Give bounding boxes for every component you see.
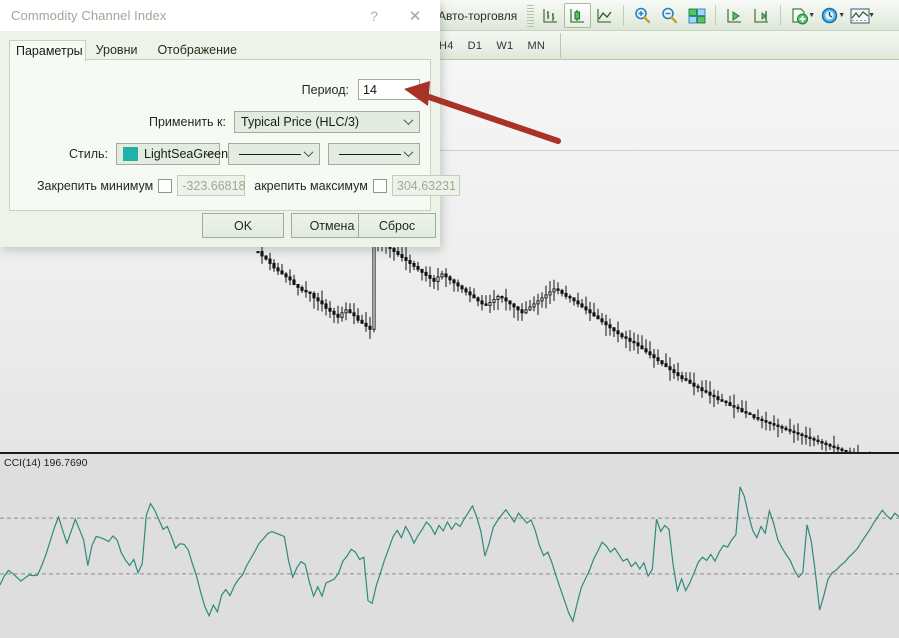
chevron-down-icon[interactable]: ▼: [838, 12, 845, 19]
period-label: Период:: [302, 83, 349, 97]
indicator-properties-dialog[interactable]: Commodity Channel Index ? ✕ Параметры Ур…: [0, 0, 440, 247]
period-row: Период: 14: [10, 79, 420, 100]
line-chart-icon[interactable]: [591, 3, 618, 28]
timeframe-w1[interactable]: W1: [489, 38, 520, 54]
cci-series-line: [0, 487, 899, 621]
tab-parameters[interactable]: Параметры: [9, 40, 86, 62]
fix-min-label: Закрепить минимум: [37, 179, 153, 193]
auto-scroll-icon[interactable]: [721, 3, 748, 28]
style-row: Стиль: LightSeaGreen: [10, 143, 420, 165]
chevron-down-icon[interactable]: ▼: [808, 12, 815, 19]
tile-windows-icon[interactable]: [683, 3, 710, 28]
candlestick-chart-icon[interactable]: [564, 3, 591, 28]
bar-chart-icon[interactable]: [537, 3, 564, 28]
style-linewidth-select[interactable]: [328, 143, 420, 165]
chart-toolbar-items: Авто-торговля: [432, 0, 876, 31]
toolbar-separator: [715, 5, 716, 26]
grip-dots-icon[interactable]: [527, 5, 534, 27]
fix-max-label: акрепить максимум: [254, 179, 368, 193]
chevron-down-icon[interactable]: [205, 149, 214, 158]
chevron-down-icon[interactable]: [405, 117, 414, 126]
timeframe-strip: H4 D1 W1 MN: [432, 33, 561, 58]
timeframe-d1[interactable]: D1: [461, 38, 490, 54]
style-label: Стиль:: [69, 147, 108, 161]
chevron-down-icon[interactable]: ▼: [868, 12, 875, 19]
timeframe-mn[interactable]: MN: [520, 38, 552, 54]
chart-shift-icon[interactable]: [748, 3, 775, 28]
help-icon[interactable]: ?: [362, 5, 386, 27]
zoom-in-icon[interactable]: [629, 3, 656, 28]
fix-max-input[interactable]: 304.63231: [392, 175, 460, 196]
apply-to-select[interactable]: Typical Price (HLC/3): [234, 111, 420, 133]
style-color-name: LightSeaGreen: [144, 147, 228, 161]
apply-to-label: Применить к:: [149, 115, 226, 129]
toolbar-separator: [780, 5, 781, 26]
fix-max-checkbox[interactable]: [373, 179, 387, 193]
chevron-down-icon[interactable]: [405, 149, 414, 158]
line-style-preview-icon: [239, 154, 301, 155]
dialog-body: Параметры Уровни Отображение Период: 14 …: [0, 31, 440, 247]
cci-line-chart: [0, 454, 899, 638]
fix-min-input[interactable]: -323.66818: [177, 175, 245, 196]
screenshot-root: CCI(14) 196.7690 H4 D1 W1 MN Авто-торгов…: [0, 0, 899, 638]
chevron-down-icon[interactable]: [305, 149, 314, 158]
close-icon[interactable]: ✕: [400, 5, 430, 27]
cci-indicator-label: CCI(14) 196.7690: [4, 457, 87, 469]
ok-button[interactable]: OK: [202, 213, 284, 238]
apply-to-value: Typical Price (HLC/3): [241, 115, 359, 129]
apply-to-row: Применить к: Typical Price (HLC/3): [10, 111, 420, 133]
color-swatch-icon: [123, 147, 138, 161]
fix-minmax-row: Закрепить минимум -323.66818 акрепить ма…: [37, 175, 460, 196]
toolbar-separator: [623, 5, 624, 26]
period-input[interactable]: 14: [358, 79, 420, 100]
style-linestyle-select[interactable]: [228, 143, 320, 165]
cci-subwindow-pane[interactable]: CCI(14) 196.7690: [0, 452, 899, 638]
fix-min-checkbox[interactable]: [158, 179, 172, 193]
style-color-select[interactable]: LightSeaGreen: [116, 143, 220, 165]
dialog-title-bar[interactable]: Commodity Channel Index ? ✕: [0, 0, 440, 31]
dialog-button-row: OK Отмена Сброс: [0, 213, 440, 247]
zoom-out-icon[interactable]: [656, 3, 683, 28]
reset-button[interactable]: Сброс: [358, 213, 436, 238]
line-width-preview-icon: [339, 154, 401, 155]
dialog-title: Commodity Channel Index: [11, 8, 167, 23]
autotrading-button[interactable]: Авто-торговля: [432, 9, 527, 23]
parameters-panel: Период: 14 Применить к: Typical Price (H…: [9, 59, 431, 211]
